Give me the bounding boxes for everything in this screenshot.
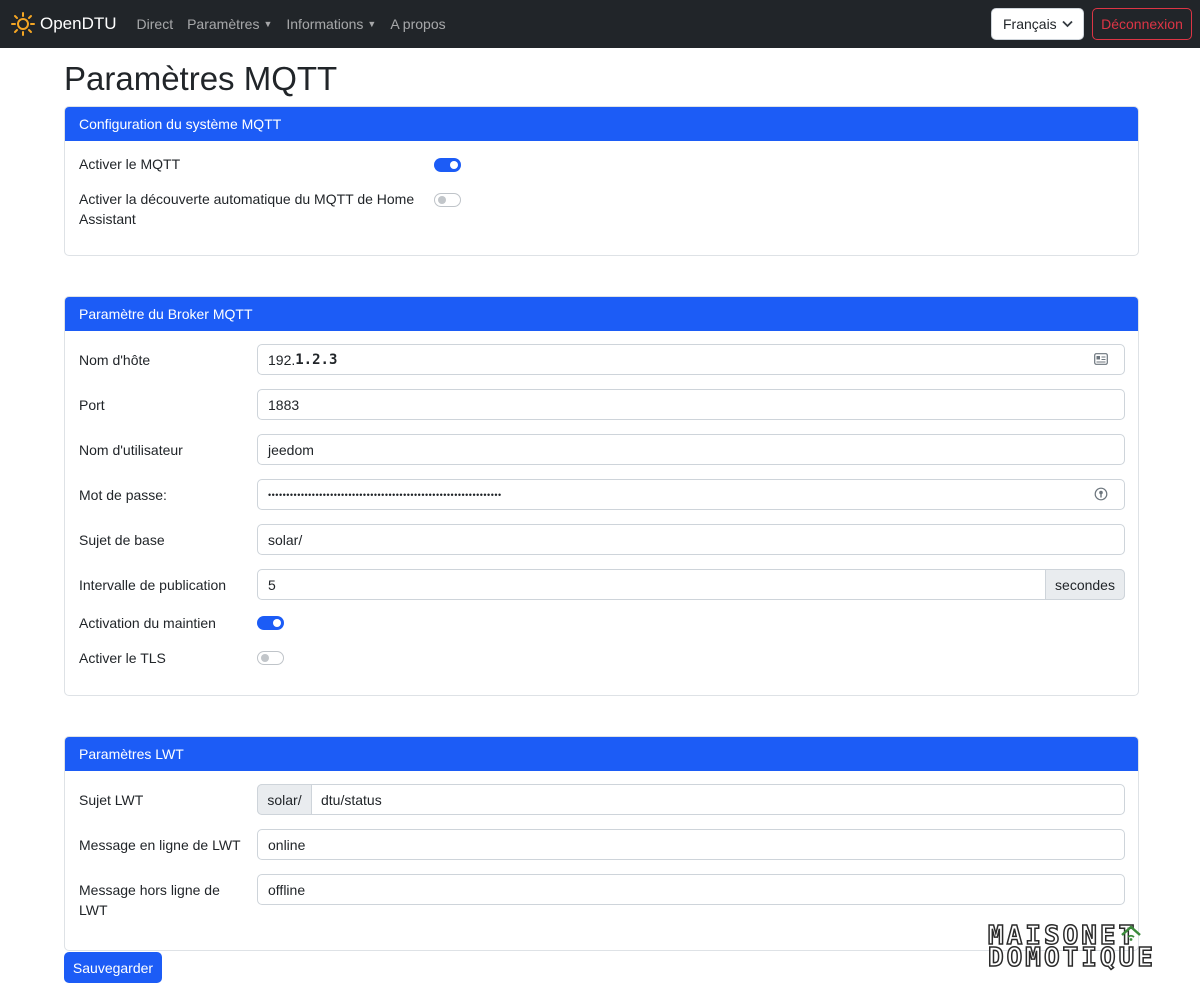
- nav-direct-label: Direct: [136, 16, 174, 32]
- interval-unit: secondes: [1045, 569, 1125, 600]
- nav-parametres-label: Paramètres: [187, 16, 260, 32]
- top-navbar: OpenDTU Direct Paramètres ▼ Informations…: [0, 0, 1200, 48]
- chevron-down-icon: [1062, 20, 1073, 28]
- lwt-card: Paramètres LWT Sujet LWT solar/ dtu/stat…: [64, 736, 1139, 951]
- nav-parametres[interactable]: Paramètres ▼: [187, 16, 272, 32]
- interval-input[interactable]: 5: [268, 577, 276, 593]
- nav-apropos-label: A propos: [390, 16, 446, 32]
- broker-header: Paramètre du Broker MQTT: [65, 297, 1138, 331]
- lwt-topic-prefix: solar/: [257, 784, 312, 815]
- watermark-logo: MAISONET DOMOTIQUE: [987, 922, 1198, 973]
- ha-discovery-label-line2: Assistant: [79, 211, 136, 227]
- base-topic-label: Sujet de base: [79, 532, 165, 548]
- nav-informations[interactable]: Informations ▼: [286, 16, 376, 32]
- caret-down-icon: ▼: [367, 19, 377, 29]
- brand-link[interactable]: OpenDTU: [10, 11, 117, 37]
- caret-down-icon: ▼: [263, 19, 273, 29]
- port-input[interactable]: 1883: [257, 389, 1125, 420]
- lwt-topic-input-group: solar/ dtu/status: [257, 784, 1125, 815]
- enable-mqtt-toggle[interactable]: [434, 158, 461, 172]
- mqtt-config-header: Configuration du système MQTT: [65, 107, 1138, 141]
- nav-direct[interactable]: Direct: [137, 16, 174, 32]
- lwt-offline-input[interactable]: offline: [257, 874, 1125, 905]
- lwt-topic-input[interactable]: dtu/status: [321, 792, 382, 808]
- ha-discovery-label: Activer la découverte automatique du MQT…: [79, 189, 414, 229]
- sun-icon: [11, 12, 35, 36]
- hostname-input[interactable]: 192. 1.2.3: [257, 344, 1125, 375]
- nav-informations-label: Informations: [286, 16, 364, 32]
- lwt-online-label: Message en ligne de LWT: [79, 837, 241, 853]
- broker-card: Paramètre du Broker MQTT Nom d'hôte 192.…: [64, 296, 1139, 696]
- tls-label: Activer le TLS: [79, 650, 166, 666]
- username-input[interactable]: jeedom: [257, 434, 1125, 465]
- logout-button[interactable]: Déconnexion: [1092, 8, 1192, 40]
- lwt-online-input[interactable]: online: [257, 829, 1125, 860]
- key-icon[interactable]: [1094, 487, 1108, 501]
- ha-discovery-label-line1: Activer la découverte automatique du MQT…: [79, 191, 415, 207]
- brand-name: OpenDTU: [40, 14, 117, 33]
- id-card-icon[interactable]: [1094, 353, 1108, 365]
- hostname-label: Nom d'hôte: [79, 352, 151, 368]
- mqtt-config-card: Configuration du système MQTT Activer le…: [64, 106, 1139, 256]
- retain-toggle[interactable]: [257, 616, 284, 630]
- watermark-line2: DOMOTIQUE: [987, 943, 1156, 973]
- hostname-prefix: 192.: [268, 351, 296, 368]
- house-wifi-icon: [1121, 925, 1141, 941]
- hostname-highlight: 1.2.3: [295, 351, 338, 368]
- ha-discovery-toggle[interactable]: [434, 193, 461, 207]
- page-title: Paramètres MQTT: [64, 60, 338, 97]
- lwt-header: Paramètres LWT: [65, 737, 1138, 771]
- username-label: Nom d'utilisateur: [79, 442, 183, 458]
- nav-apropos[interactable]: A propos: [390, 16, 445, 32]
- password-label: Mot de passe:: [79, 487, 167, 503]
- lwt-offline-label-line2: LWT: [79, 902, 108, 918]
- tls-toggle[interactable]: [257, 651, 284, 665]
- retain-label: Activation du maintien: [79, 615, 216, 631]
- language-select[interactable]: Français: [991, 8, 1084, 40]
- port-label: Port: [79, 397, 105, 413]
- lwt-offline-label: Message hors ligne de LWT: [79, 880, 220, 920]
- interval-input-group: 5 secondes: [257, 569, 1125, 600]
- lwt-topic-label: Sujet LWT: [79, 792, 144, 808]
- lwt-offline-label-line1: Message hors ligne de: [79, 882, 220, 898]
- save-button[interactable]: Sauvegarder: [64, 952, 162, 983]
- interval-label: Intervalle de publication: [79, 577, 227, 593]
- enable-mqtt-label: Activer le MQTT: [79, 156, 181, 172]
- password-input[interactable]: ••••••••••••••••••••••••••••••••••••••••…: [257, 479, 1125, 510]
- password-value: ••••••••••••••••••••••••••••••••••••••••…: [268, 489, 502, 500]
- language-value: Français: [1003, 16, 1057, 32]
- base-topic-input[interactable]: solar/: [257, 524, 1125, 555]
